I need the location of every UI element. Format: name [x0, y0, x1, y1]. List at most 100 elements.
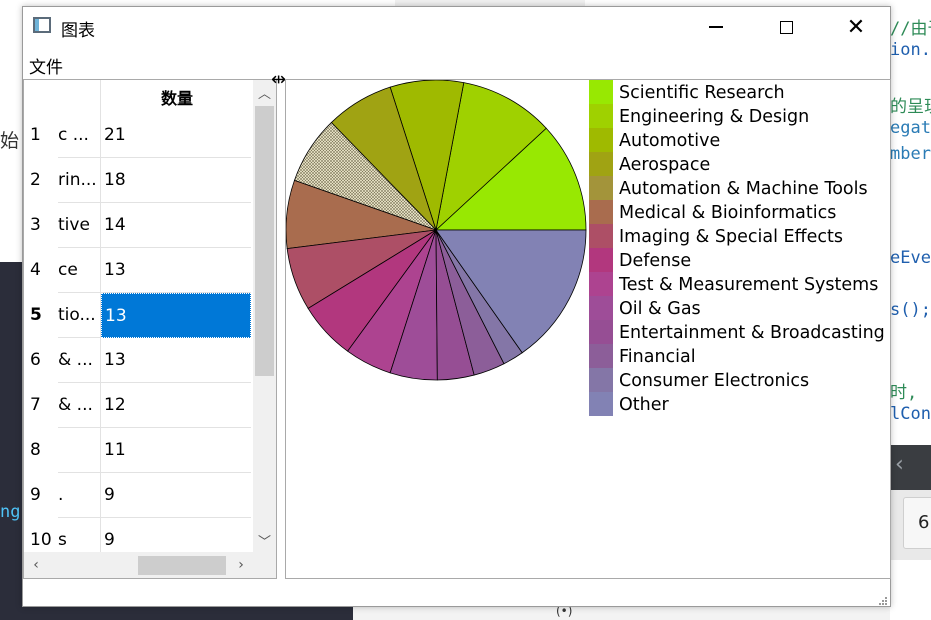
close-button[interactable]: ✕ — [821, 7, 891, 47]
resize-grip-icon[interactable] — [876, 594, 888, 606]
legend-swatch — [589, 344, 613, 368]
table-cell-count[interactable]: 13 — [101, 338, 251, 383]
scroll-down-icon[interactable]: ﹀ — [253, 528, 276, 552]
background-left-code: ng — [0, 502, 21, 522]
legend-swatch — [589, 152, 613, 176]
legend-label: Aerospace — [619, 155, 710, 175]
legend-swatch — [589, 176, 613, 200]
legend-swatch — [589, 392, 613, 416]
background-chevron-left-icon: ‹ — [895, 452, 904, 477]
row-number[interactable]: 6 — [30, 338, 41, 383]
legend-swatch — [589, 128, 613, 152]
background-code-line: s(); — [890, 300, 931, 320]
horizontal-scrollbar[interactable]: ‹ › — [24, 552, 253, 578]
background-code-line: 时, — [890, 383, 918, 403]
window-title: 图表 — [61, 21, 95, 41]
column-header-count[interactable]: 数量 — [101, 80, 253, 113]
table-row[interactable]: 4 ce 13 — [24, 248, 253, 293]
vertical-scrollbar[interactable]: ︿ ﹀ — [253, 80, 276, 552]
legend-label: Medical & Bioinformatics — [619, 203, 836, 223]
table-cell-count[interactable]: 18 — [101, 158, 251, 203]
maximize-button[interactable] — [751, 7, 821, 47]
legend-swatch — [589, 224, 613, 248]
legend-label: Test & Measurement Systems — [618, 275, 878, 295]
table-cell-category[interactable]: . — [58, 473, 101, 518]
table-cell-count[interactable]: 14 — [101, 203, 251, 248]
background-tab-label: 6 — [918, 512, 930, 533]
legend-label: Other — [619, 395, 669, 415]
table-cell-category[interactable] — [58, 428, 101, 473]
minimize-icon — [709, 26, 723, 28]
background-left-text: 始 — [0, 130, 20, 152]
legend-label: Automotive — [619, 131, 720, 151]
row-number[interactable]: 9 — [30, 473, 41, 518]
chart-view: Scientific Research Engineering & Design A… — [285, 79, 891, 579]
column-header-category[interactable] — [58, 80, 101, 113]
row-number[interactable]: 5 — [30, 293, 42, 338]
legend-label: Automation & Machine Tools — [619, 179, 868, 199]
table-row[interactable]: 8 11 — [24, 428, 253, 473]
splitter-resize-icon[interactable]: ⇹ — [271, 69, 286, 90]
background-code-line: mber — [890, 144, 931, 164]
background-code-line: eEve — [890, 248, 931, 268]
table-cell-count[interactable]: 13 — [101, 248, 251, 293]
vertical-scroll-thumb[interactable] — [255, 106, 274, 376]
legend-label: Scientific Research — [619, 83, 785, 103]
scroll-left-icon[interactable]: ‹ — [24, 552, 48, 578]
menu-file[interactable]: 文件 — [29, 53, 63, 78]
table-cell-category[interactable]: c ... — [58, 113, 101, 158]
background-left-dark-panel — [0, 262, 22, 620]
title-bar[interactable]: 图表 ✕ — [23, 7, 890, 47]
row-number[interactable]: 7 — [30, 383, 41, 428]
minimize-button[interactable] — [681, 7, 751, 47]
data-table[interactable]: 数量 1c ... 21 2 rin... 18 3 tive 14 4 ce 13 5 tio... 1… — [23, 79, 277, 579]
table-cell-category[interactable]: rin... — [58, 158, 101, 203]
horizontal-scroll-thumb[interactable] — [138, 556, 226, 575]
scrollbar-corner — [253, 552, 276, 578]
pie-chart: Scientific Research Engineering & Design A… — [286, 80, 885, 416]
table-cell-count[interactable]: 9 — [101, 473, 251, 518]
legend-label: Defense — [619, 251, 691, 271]
table-cell-category[interactable]: tio... — [58, 293, 101, 338]
table-cell-category[interactable]: ce — [58, 248, 101, 293]
table-cell-category[interactable]: & ... — [58, 383, 101, 428]
legend-label: Financial — [619, 347, 696, 367]
background-tab[interactable]: 6 — [903, 497, 931, 549]
table-row[interactable]: 9.9 — [24, 473, 253, 518]
legend-swatch — [589, 200, 613, 224]
table-cell-count[interactable]: 11 — [101, 428, 251, 473]
row-number[interactable]: 1 — [30, 113, 41, 158]
table-cell-count[interactable]: 21 — [101, 113, 251, 158]
table-cell-count[interactable]: 13 — [101, 293, 251, 338]
legend-label: Engineering & Design — [619, 107, 809, 127]
background-code-line: ion. — [890, 40, 931, 60]
legend-label: Oil & Gas — [619, 299, 701, 319]
row-number[interactable]: 3 — [30, 203, 41, 248]
legend-label: Imaging & Special Effects — [619, 227, 843, 247]
menu-bar: 文件 — [23, 51, 890, 78]
legend-swatch — [589, 104, 613, 128]
background-code-line: 的呈现 — [890, 97, 931, 117]
table-cell-count[interactable]: 12 — [101, 383, 251, 428]
legend-swatch — [589, 368, 613, 392]
table-row[interactable]: 5 tio... 13 — [24, 293, 253, 338]
background-bottom-dark — [22, 606, 353, 620]
row-number[interactable]: 4 — [30, 248, 41, 293]
scroll-right-icon[interactable]: › — [229, 552, 253, 578]
table-cell-category[interactable]: & ... — [58, 338, 101, 383]
table-row[interactable]: 1 c ... 21 — [24, 113, 253, 158]
table-row[interactable]: 7 & ... 12 — [24, 383, 253, 428]
table-cell-category[interactable]: tive — [58, 203, 101, 248]
close-icon: ✕ — [846, 14, 866, 40]
legend-swatch — [589, 296, 613, 320]
legend-label: Consumer Electronics — [619, 371, 809, 391]
row-number[interactable]: 2 — [30, 158, 41, 203]
table-row[interactable]: 2 rin... 18 — [24, 158, 253, 203]
background-code-line: egat — [890, 118, 931, 138]
row-number[interactable]: 8 — [30, 428, 41, 473]
table-row[interactable]: 3 tive 14 — [24, 203, 253, 248]
legend-swatch — [589, 272, 613, 296]
background-bottom-bar — [353, 606, 890, 620]
table-row[interactable]: 6 & ... 13 — [24, 338, 253, 383]
legend-swatch — [589, 248, 613, 272]
